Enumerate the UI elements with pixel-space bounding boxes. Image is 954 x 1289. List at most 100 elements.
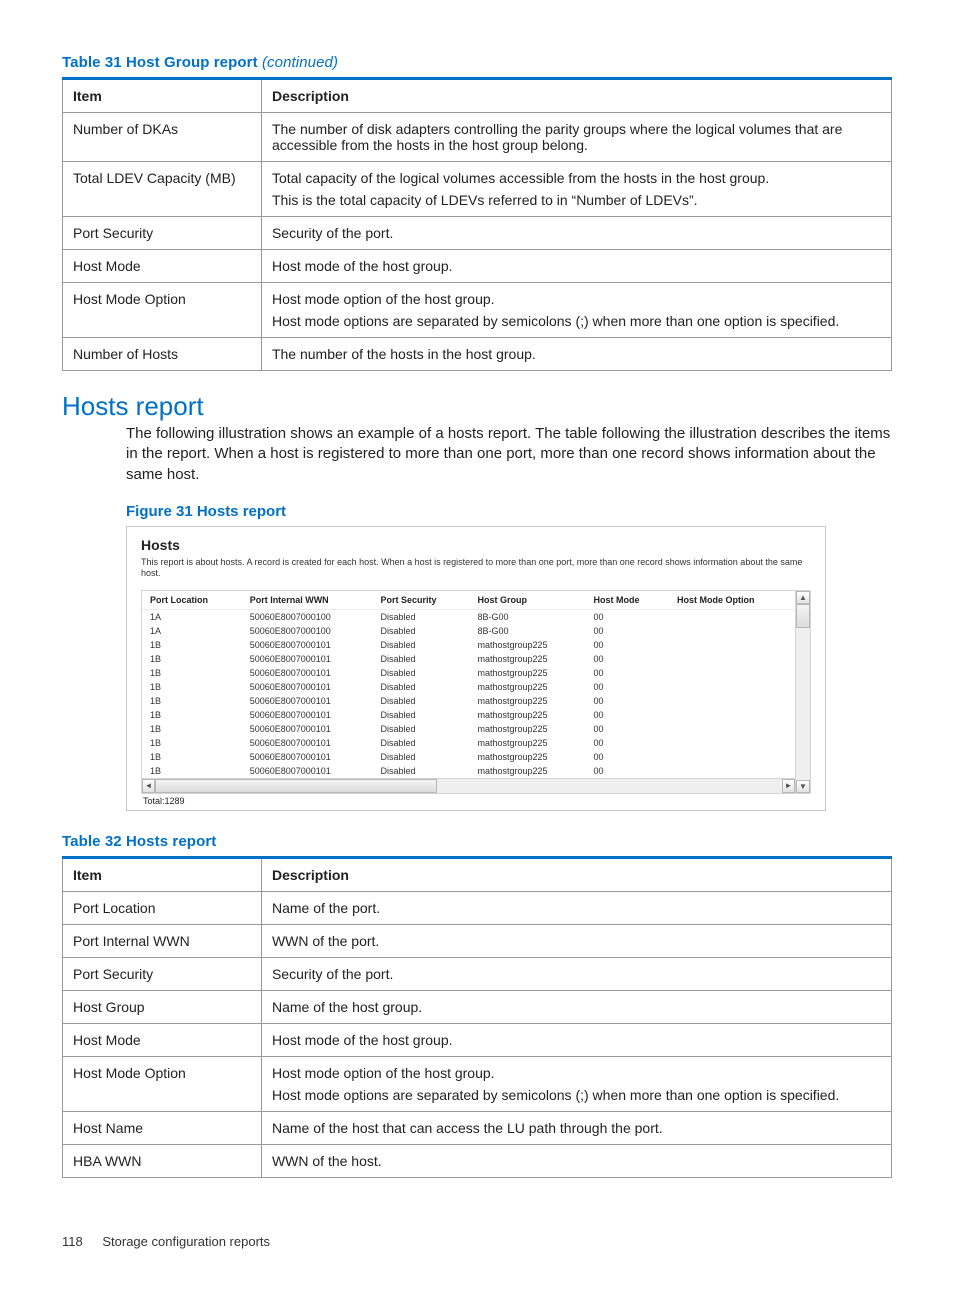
item-cell: Port Location: [63, 892, 262, 925]
item-cell: Number of DKAs: [63, 113, 262, 162]
report-cell: 1B: [142, 694, 242, 708]
item-cell: Host Mode: [63, 1024, 262, 1057]
table32-header-item: Item: [63, 858, 262, 892]
report-cell: 1B: [142, 652, 242, 666]
description-cell: The number of disk adapters controlling …: [261, 113, 891, 162]
report-column-header: Port Location: [142, 591, 242, 610]
scroll-left-icon[interactable]: ◄: [142, 779, 155, 793]
report-cell: [669, 722, 795, 736]
report-cell: mathostgroup225: [470, 652, 586, 666]
report-cell: 1B: [142, 722, 242, 736]
report-column-header: Host Group: [470, 591, 586, 610]
description-cell: Host mode option of the host group.Host …: [261, 1057, 891, 1112]
scroll-up-icon[interactable]: ▲: [796, 591, 810, 604]
report-row: 1B50060E8007000101Disabledmathostgroup22…: [142, 652, 795, 666]
report-cell: 00: [585, 750, 669, 764]
report-cell: mathostgroup225: [470, 708, 586, 722]
report-cell: 50060E8007000101: [242, 694, 373, 708]
description-cell: Security of the port.: [261, 958, 891, 991]
table-row: Host Mode OptionHost mode option of the …: [63, 283, 892, 338]
report-cell: 00: [585, 666, 669, 680]
table-row: Host Mode OptionHost mode option of the …: [63, 1057, 892, 1112]
description-cell: Name of the host group.: [261, 991, 891, 1024]
table31-header-desc: Description: [261, 79, 891, 113]
vscroll-thumb[interactable]: [796, 604, 810, 628]
report-cell: mathostgroup225: [470, 666, 586, 680]
report-total: Total:1289: [141, 794, 811, 806]
report-cell: 50060E8007000100: [242, 610, 373, 625]
report-row: 1B50060E8007000101Disabledmathostgroup22…: [142, 708, 795, 722]
report-cell: 00: [585, 722, 669, 736]
report-row: 1B50060E8007000101Disabledmathostgroup22…: [142, 736, 795, 750]
table32-header-desc: Description: [261, 858, 891, 892]
report-cell: 00: [585, 624, 669, 638]
hscroll-thumb[interactable]: [155, 779, 437, 793]
report-cell: [669, 764, 795, 778]
description-cell: Host mode of the host group.: [261, 1024, 891, 1057]
item-cell: Port Security: [63, 217, 262, 250]
report-cell: 50060E8007000100: [242, 624, 373, 638]
item-cell: Host Mode: [63, 250, 262, 283]
report-column-header: Host Mode Option: [669, 591, 795, 610]
table-row: Host ModeHost mode of the host group.: [63, 1024, 892, 1057]
item-cell: Host Name: [63, 1112, 262, 1145]
table32: Item Description Port LocationName of th…: [62, 856, 892, 1178]
description-cell: WWN of the port.: [261, 925, 891, 958]
description-cell: The number of the hosts in the host grou…: [261, 338, 891, 371]
report-title: Hosts: [141, 537, 811, 553]
report-cell: [669, 638, 795, 652]
hosts-report-grid: Port LocationPort Internal WWNPort Secur…: [142, 591, 795, 778]
report-cell: mathostgroup225: [470, 750, 586, 764]
item-cell: Port Internal WWN: [63, 925, 262, 958]
report-cell: 1B: [142, 764, 242, 778]
report-cell: Disabled: [372, 624, 469, 638]
report-cell: [669, 610, 795, 625]
item-cell: Host Group: [63, 991, 262, 1024]
report-cell: mathostgroup225: [470, 680, 586, 694]
table-row: Port LocationName of the port.: [63, 892, 892, 925]
report-cell: 50060E8007000101: [242, 666, 373, 680]
report-row: 1A50060E8007000100Disabled8B-G0000: [142, 624, 795, 638]
report-cell: 1A: [142, 624, 242, 638]
report-row: 1B50060E8007000101Disabledmathostgroup22…: [142, 694, 795, 708]
report-cell: Disabled: [372, 638, 469, 652]
scroll-down-icon[interactable]: ▼: [796, 780, 810, 793]
report-cell: Disabled: [372, 750, 469, 764]
report-cell: 00: [585, 764, 669, 778]
report-cell: 50060E8007000101: [242, 750, 373, 764]
table-row: Host NameName of the host that can acces…: [63, 1112, 892, 1145]
horizontal-scrollbar[interactable]: ◄ ►: [142, 778, 795, 793]
report-row: 1B50060E8007000101Disabledmathostgroup22…: [142, 666, 795, 680]
report-column-header: Port Security: [372, 591, 469, 610]
report-cell: [669, 624, 795, 638]
report-cell: Disabled: [372, 694, 469, 708]
item-cell: Number of Hosts: [63, 338, 262, 371]
footer-section-title: Storage configuration reports: [102, 1234, 270, 1249]
report-column-header: Port Internal WWN: [242, 591, 373, 610]
report-row: 1B50060E8007000101Disabledmathostgroup22…: [142, 680, 795, 694]
vertical-scrollbar[interactable]: ▲ ▼: [795, 591, 810, 793]
report-row: 1B50060E8007000101Disabledmathostgroup22…: [142, 764, 795, 778]
report-cell: Disabled: [372, 764, 469, 778]
report-cell: 50060E8007000101: [242, 652, 373, 666]
table-row: Host GroupName of the host group.: [63, 991, 892, 1024]
scroll-right-icon[interactable]: ►: [782, 779, 795, 793]
description-cell: Name of the host that can access the LU …: [261, 1112, 891, 1145]
table-row: Total LDEV Capacity (MB)Total capacity o…: [63, 162, 892, 217]
report-cell: [669, 652, 795, 666]
report-cell: 00: [585, 638, 669, 652]
description-cell: Host mode of the host group.: [261, 250, 891, 283]
report-cell: 1B: [142, 736, 242, 750]
report-cell: mathostgroup225: [470, 722, 586, 736]
report-cell: 50060E8007000101: [242, 638, 373, 652]
item-cell: Host Mode Option: [63, 283, 262, 338]
report-cell: [669, 666, 795, 680]
item-cell: Host Mode Option: [63, 1057, 262, 1112]
figure31-caption: Figure 31 Hosts report: [126, 503, 892, 520]
report-cell: 00: [585, 610, 669, 625]
table31-caption-continued: (continued): [258, 54, 338, 71]
report-cell: 1B: [142, 708, 242, 722]
description-cell: Host mode option of the host group.Host …: [261, 283, 891, 338]
table-row: Number of DKAsThe number of disk adapter…: [63, 113, 892, 162]
report-row: 1B50060E8007000101Disabledmathostgroup22…: [142, 722, 795, 736]
